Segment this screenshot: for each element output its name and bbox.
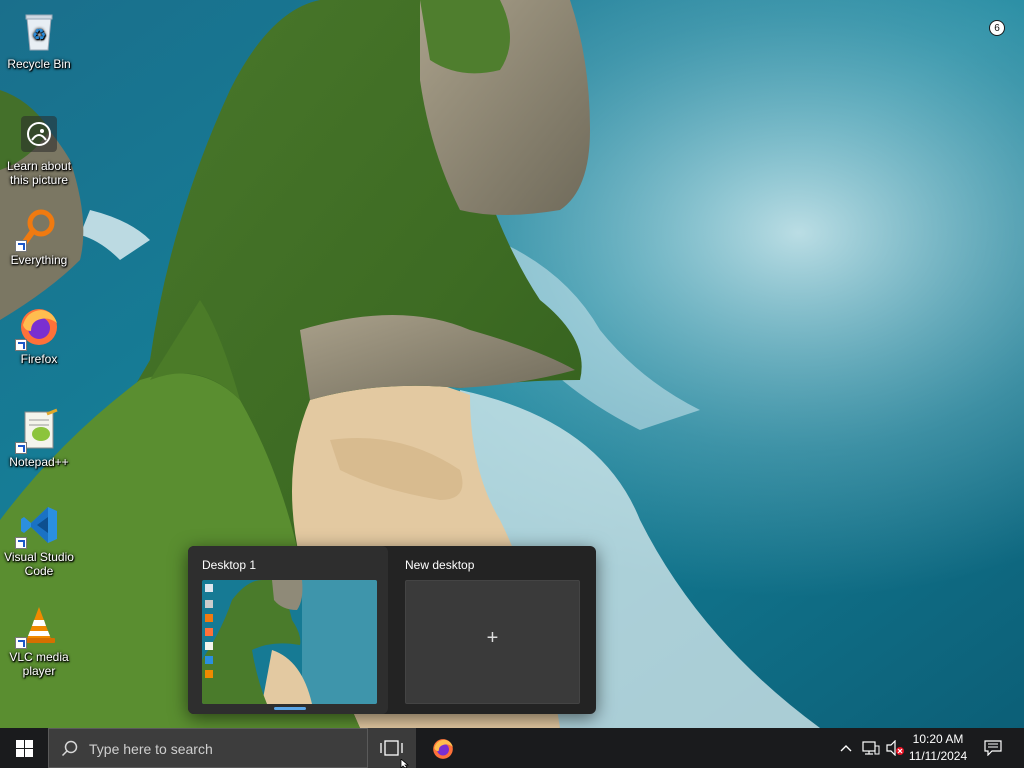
desktop-icon-label: Recycle Bin xyxy=(7,57,71,71)
notification-icon xyxy=(984,740,1002,756)
shortcut-arrow-icon xyxy=(15,240,27,252)
vlc-cone-icon xyxy=(15,603,61,649)
notification-count-badge: 6 xyxy=(989,20,1005,36)
task-view-icon xyxy=(380,740,403,756)
shortcut-arrow-icon xyxy=(15,537,27,549)
shortcut-arrow-icon xyxy=(15,637,27,649)
search-box[interactable]: Type here to search xyxy=(48,728,368,768)
plus-icon: + xyxy=(486,627,499,649)
taskbar: Type here to search 10:20 AM 11/11/2024 xyxy=(0,728,1024,768)
desktop-icon-notepad-plus-plus[interactable]: Notepad++ xyxy=(1,408,77,469)
new-desktop-button[interactable]: New desktop + xyxy=(391,546,591,714)
mouse-cursor-icon xyxy=(400,759,410,768)
chevron-up-icon xyxy=(840,745,852,752)
everything-icon xyxy=(15,206,61,252)
desktop-preview-thumbnail[interactable] xyxy=(202,580,377,704)
virtual-desktop-title: New desktop xyxy=(405,558,475,572)
new-desktop-thumbnail[interactable]: + xyxy=(405,580,580,704)
clock-button[interactable]: 10:20 AM 11/11/2024 xyxy=(904,728,972,768)
virtual-desktop-title: Desktop 1 xyxy=(202,558,257,572)
camera-info-icon xyxy=(17,112,61,156)
clock-time: 10:20 AM xyxy=(912,732,964,746)
task-view-flyout: Desktop 1 New desktop + xyxy=(188,546,596,714)
desktop-icon-label: Learn about this picture xyxy=(6,159,72,187)
network-button[interactable] xyxy=(860,728,882,768)
vscode-icon xyxy=(15,503,61,549)
notepad-plus-plus-icon xyxy=(15,408,61,454)
show-hidden-icons-button[interactable] xyxy=(836,728,856,768)
desktop-icon-label: VLC media player xyxy=(9,650,69,678)
start-button[interactable] xyxy=(0,728,48,768)
active-desktop-indicator xyxy=(274,707,306,710)
desktop-icon-recycle-bin[interactable]: ♻ Recycle Bin xyxy=(1,10,77,71)
desktop-icon-learn-about-picture[interactable]: Learn about this picture xyxy=(1,112,77,187)
desktop-icon-label: Visual Studio Code xyxy=(4,550,74,578)
search-icon xyxy=(61,740,78,757)
network-icon xyxy=(862,741,880,755)
desktop-icon-firefox[interactable]: Firefox xyxy=(1,305,77,366)
desktop-icon-label: Notepad++ xyxy=(9,455,69,469)
clock-date: 11/11/2024 xyxy=(908,749,968,763)
desktop-icon-vlc-media-player[interactable]: VLC media player xyxy=(1,603,77,678)
recycle-bin-icon: ♻ xyxy=(17,10,61,54)
firefox-icon xyxy=(433,739,453,759)
desktop-icon-visual-studio-code[interactable]: Visual Studio Code xyxy=(1,503,77,578)
action-center-button[interactable] xyxy=(976,728,1024,768)
volume-button[interactable] xyxy=(884,728,906,768)
shortcut-arrow-icon xyxy=(15,442,27,454)
desktop-icon-everything[interactable]: Everything xyxy=(1,206,77,267)
firefox-icon xyxy=(15,305,61,351)
taskbar-app-firefox[interactable] xyxy=(420,728,466,768)
volume-muted-icon xyxy=(886,740,904,756)
shortcut-arrow-icon xyxy=(15,339,27,351)
desktop-icon-label: Everything xyxy=(10,253,68,267)
search-placeholder: Type here to search xyxy=(89,741,213,757)
svg-text:♻: ♻ xyxy=(32,25,46,44)
windows-logo-icon xyxy=(16,740,33,757)
desktop-icon-label: Firefox xyxy=(20,352,58,366)
virtual-desktop-1[interactable]: Desktop 1 xyxy=(188,546,388,714)
